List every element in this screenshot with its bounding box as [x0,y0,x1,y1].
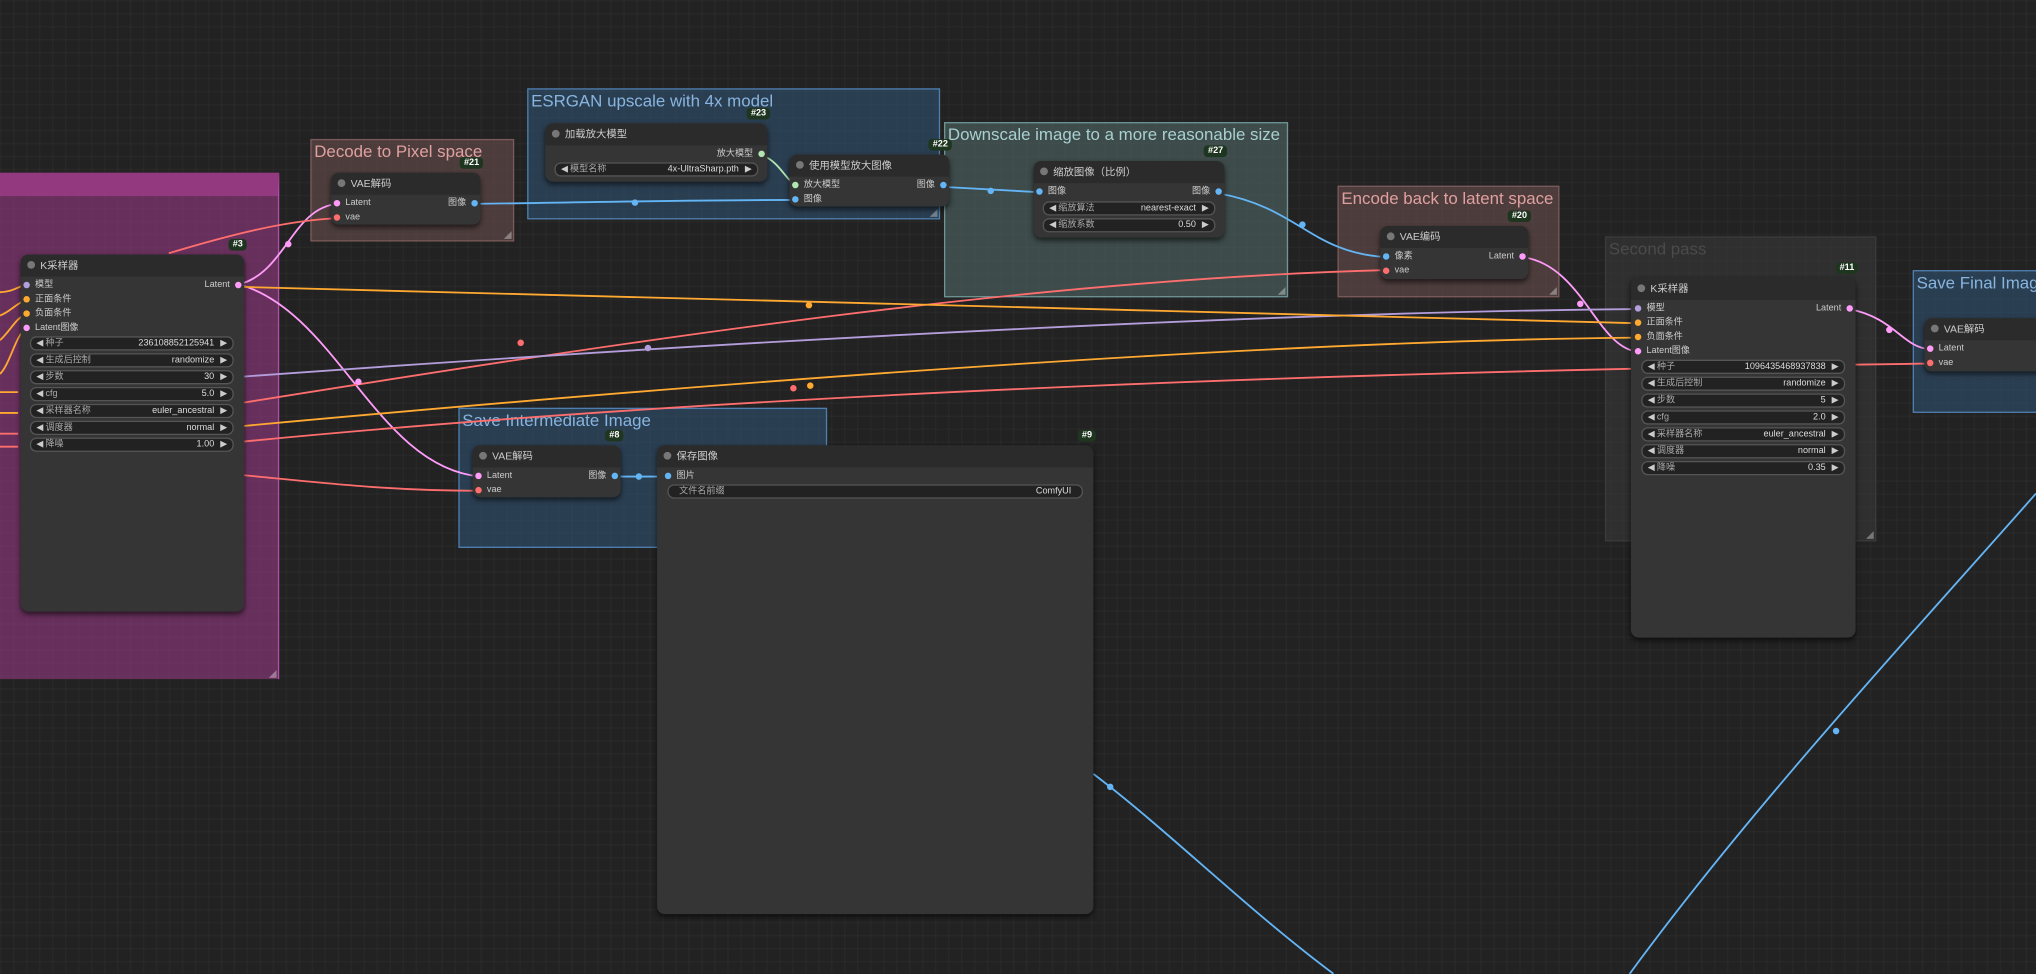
reroute-dot [644,344,652,352]
node-save-image[interactable]: 保存图像 #9 图片 文件名前缀 ComfyUI [657,429,1096,915]
widget-sampler[interactable]: ◀ 采样器名称 euler_ancestral ▶ [29,403,234,419]
node-id-badge: #27 [1204,145,1228,158]
reroute-dot [635,473,643,480]
link-vae-to-8 [244,474,481,492]
node-title-bar[interactable]: VAE解码 [331,172,481,195]
widget-cfg[interactable]: ◀ cfg 2.0 ▶ [1641,410,1846,425]
node-vae-encode[interactable]: VAE编码 #20 像素 vae Latent [1380,210,1531,280]
node-title-bar[interactable]: 保存图像 [657,445,1094,468]
collapse-dot-icon[interactable] [27,260,36,269]
node-title: VAE编码 [1399,231,1441,243]
collapse-dot-icon[interactable] [795,161,804,169]
collapse-dot-icon[interactable] [337,179,346,187]
collapse-dot-icon[interactable] [1040,167,1048,176]
node-title: 使用模型放大图像 [808,159,893,172]
node-id-badge: #21 [460,157,484,169]
node-title-bar[interactable]: 加载放大模型 [545,123,768,146]
node-title-bar[interactable]: VAE编码 [1380,225,1529,249]
reroute-dot [807,382,814,389]
reroute-dot [517,339,524,347]
reroute-dot [1886,326,1893,334]
collapse-dot-icon[interactable] [1930,324,1939,333]
node-id-badge: #8 [605,429,624,442]
collapse-dot-icon[interactable] [479,451,487,460]
widget-control-after[interactable]: ◀ 生成后控制 randomize ▶ [1641,376,1846,391]
link-vae-to-21 [168,217,338,255]
node-title: K采样器 [40,259,79,272]
reroute-dot [1299,221,1306,228]
widget-scale-by[interactable]: ◀ 缩放系数 0.50 ▶ [1042,218,1216,233]
node-id-badge: #23 [747,107,771,120]
node-title-bar[interactable]: K采样器 [20,254,245,277]
reroute-dot [805,301,813,309]
node-title: K采样器 [1650,283,1689,295]
reroute-dot [1832,727,1840,735]
reroute-dot [1577,300,1584,308]
reroute-dot [790,385,797,392]
node-vae-decode-final[interactable]: VAE解码 Latent vae [1924,318,2036,372]
node-title-bar[interactable]: K采样器 [1630,277,1856,300]
widget-scheduler[interactable]: ◀ 调度器 normal ▶ [1641,444,1846,459]
widget-model-name[interactable]: ◀ 模型名称 4x-UltraSharp.pth ▶ [554,162,759,177]
reroute-dot [1106,783,1114,791]
node-id-badge: #9 [1078,429,1096,442]
node-id-badge: #22 [928,138,952,151]
node-vae-decode-21[interactable]: VAE解码 #21 Latent vae 图像 [331,157,484,225]
node-title: 加载放大模型 [564,128,628,141]
collapse-dot-icon[interactable] [551,129,560,138]
widget-upscale-method[interactable]: ◀ 缩放算法 nearest-exact ▶ [1042,201,1216,216]
link-negative-to-11 [244,336,1641,427]
node-title-bar[interactable]: VAE解码 [472,445,621,468]
node-load-upscale-model[interactable]: 加载放大模型 #23 放大模型 ◀ 模型名称 4x-UltraSharp.pth ▶ [545,107,771,182]
reroute-dot [987,187,995,195]
link-positive-to-11 [244,286,1641,325]
node-title: VAE解码 [1943,323,1985,336]
widget-control-after[interactable]: ◀ 生成后控制 randomize ▶ [29,353,234,368]
node-title-bar[interactable]: 使用模型放大图像 [789,154,950,177]
node-id-badge: #11 [1835,262,1859,274]
node-ksampler-second[interactable]: K采样器 #11 模型 正面条件 负面条件 Latent图像 Latent ◀ 种… [1630,262,1859,638]
node-ksampler-first[interactable]: K采样器 #3 模型 正面条件 负面条件 Latent图像 Latent ◀ 种子… [20,238,247,612]
widget-cfg[interactable]: ◀ cfg 5.0 ▶ [29,386,234,402]
node-title: 缩放图像（比例） [1053,166,1137,178]
node-title-bar[interactable]: VAE解码 [1924,318,2036,341]
widget-sampler[interactable]: ◀ 采样器名称 euler_ancestral ▶ [1641,427,1846,442]
node-id-badge: #3 [228,238,247,251]
reroute-dot [631,199,639,206]
node-vae-decode-8[interactable]: VAE解码 #8 Latent vae 图像 [472,429,624,498]
link-image-9-down [1092,773,1335,974]
reroute-dot [355,378,362,386]
widget-seed[interactable]: ◀ 种子 236108852125941 ▶ [29,336,234,351]
collapse-dot-icon[interactable] [1637,284,1646,293]
node-title: 保存图像 [676,450,719,463]
widget-denoise[interactable]: ◀ 降噪 1.00 ▶ [29,437,234,452]
widget-denoise[interactable]: ◀ 降噪 0.35 ▶ [1641,460,1846,476]
node-title: VAE解码 [350,177,392,190]
node-upscale-with-model[interactable]: 使用模型放大图像 #22 放大模型 图像 图像 [789,138,952,207]
collapse-dot-icon[interactable] [663,451,672,460]
widget-filename-prefix[interactable]: 文件名前缀 ComfyUI [667,484,1083,499]
widget-scheduler[interactable]: ◀ 调度器 normal ▶ [29,420,234,435]
node-title-bar[interactable]: 缩放图像（比例） [1033,161,1225,184]
node-graph-canvas[interactable]: Decode to Pixel space ESRGAN upscale wit… [0,0,2036,974]
link-vae-to-20 [243,269,1387,404]
reroute-dot [285,240,292,248]
node-title: VAE解码 [492,450,533,463]
node-image-scale-by[interactable]: 缩放图像（比例） #27 图像 图像 ◀ 缩放算法 nearest-exact ▶ ◀… [1033,145,1228,238]
collapse-dot-icon[interactable] [1386,232,1395,241]
node-id-badge: #20 [1507,210,1531,223]
widget-seed[interactable]: ◀ 种子 1096435468937838 ▶ [1641,359,1846,374]
widget-steps[interactable]: ◀ 步数 30 ▶ [29,370,234,385]
widget-steps[interactable]: ◀ 步数 5 ▶ [1641,393,1846,408]
